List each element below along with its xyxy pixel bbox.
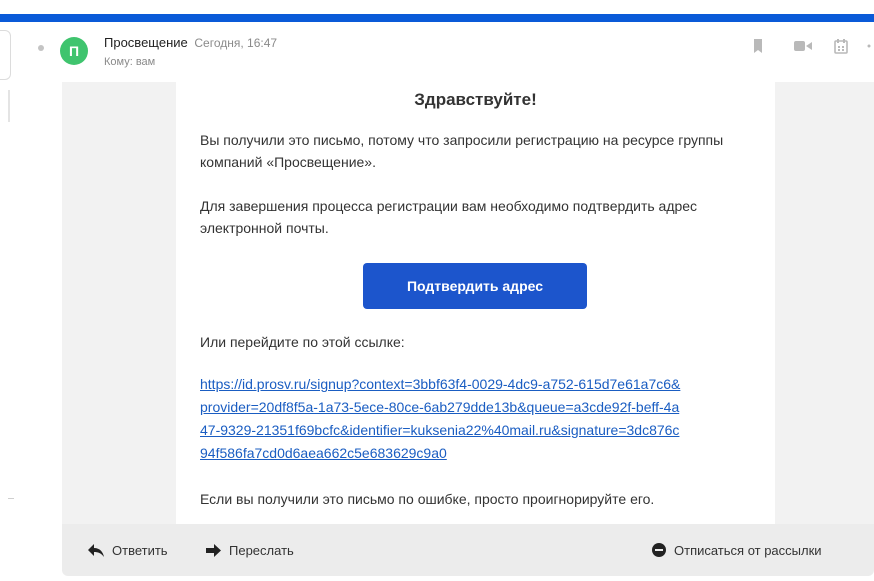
link-line[interactable]: provider=20df8f5a-1a73-5ece-80ce-6ab279d…: [200, 396, 760, 419]
forward-label: Переслать: [229, 542, 294, 558]
instruction-paragraph: Для завершения процесса регистрации вам …: [200, 198, 698, 236]
unsubscribe-button[interactable]: Отписаться от рассылки: [652, 541, 822, 559]
unsubscribe-label: Отписаться от рассылки: [674, 542, 822, 558]
left-scroll-line: [8, 90, 10, 122]
accent-stripe: [0, 14, 874, 22]
left-divider: [8, 498, 14, 499]
link-intro-paragraph: Или перейдите по этой ссылке:: [200, 334, 405, 350]
email-content-card: Здравствуйте! Вы получили это письмо, по…: [176, 82, 775, 524]
greeting-heading: Здравствуйте!: [414, 90, 537, 109]
email-date: Сегодня, 16:47: [194, 36, 278, 50]
reply-button[interactable]: Ответить: [88, 541, 168, 559]
forward-arrow-icon: [206, 543, 221, 557]
video-icon[interactable]: [794, 38, 812, 54]
reply-label: Ответить: [112, 542, 168, 558]
sender-name[interactable]: Просвещение: [104, 35, 188, 50]
bookmark-icon[interactable]: [752, 38, 764, 54]
sender-avatar[interactable]: П: [60, 37, 88, 65]
forward-button[interactable]: Переслать: [206, 541, 294, 559]
calendar-icon[interactable]: [834, 38, 848, 54]
email-actions-bar: Ответить Переслать Отписаться от рассылк…: [62, 524, 874, 576]
recipient-label[interactable]: Кому: вам: [104, 56, 155, 68]
unsubscribe-icon: [652, 543, 666, 557]
confirm-address-button[interactable]: Подтвердить адрес: [363, 263, 587, 309]
intro-paragraph: Вы получили это письмо, потому что запро…: [200, 132, 724, 170]
link-line[interactable]: 47-9329-21351f69bcfc&identifier=kuksenia…: [200, 419, 760, 442]
link-line[interactable]: https://id.prosv.ru/signup?context=3bbf6…: [200, 373, 760, 396]
confirmation-link[interactable]: https://id.prosv.ru/signup?context=3bbf6…: [200, 373, 760, 465]
more-icon[interactable]: [866, 38, 872, 54]
read-status-dot[interactable]: [38, 45, 44, 51]
top-bar: [0, 0, 874, 14]
left-panel-edge[interactable]: [0, 30, 11, 80]
sender-line: Просвещение Сегодня, 16:47: [104, 35, 277, 50]
reply-icon: [88, 543, 104, 557]
link-line[interactable]: 94f586fa7cd0d6aea662c5e683629c9a0: [200, 442, 760, 465]
ignore-paragraph: Если вы получили это письмо по ошибке, п…: [200, 491, 655, 507]
